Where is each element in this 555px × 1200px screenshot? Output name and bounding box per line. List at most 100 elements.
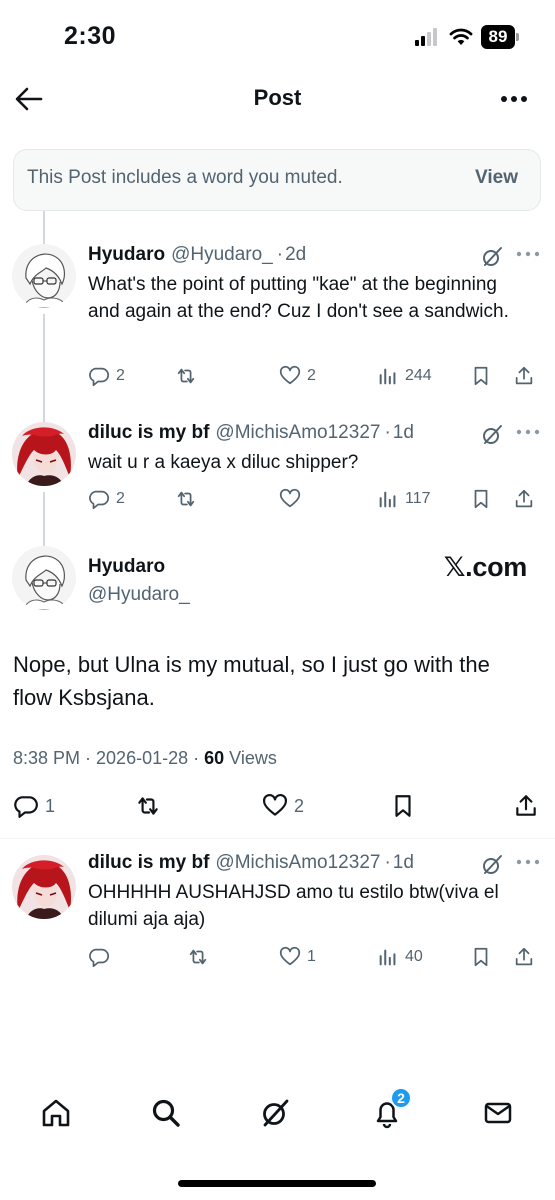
post-text: What's the point of putting "kae" at the…	[88, 274, 509, 322]
home-indicator[interactable]	[178, 1180, 376, 1187]
battery-icon: 89	[481, 25, 519, 49]
repost-button[interactable]	[187, 944, 215, 970]
heart-icon	[279, 365, 301, 387]
reply-count: 2	[116, 490, 125, 507]
reply-button[interactable]: 1	[13, 793, 55, 819]
post-timestamp[interactable]: 8:38 PM · 2026-01-28 ·	[13, 748, 204, 768]
more-options-button[interactable]	[499, 84, 533, 114]
reply-icon	[13, 793, 39, 819]
display-name[interactable]: diluc is my bf	[88, 852, 209, 874]
reply-button[interactable]: 2	[88, 363, 125, 389]
search-icon	[150, 1097, 184, 1129]
post-text: OHHHHH AUSHAHJSD amo tu estilo btw(viva …	[88, 882, 499, 930]
bookmark-icon	[470, 946, 492, 968]
user-handle[interactable]: @MichisAmo12327	[215, 852, 380, 874]
reply-post[interactable]: Hyudaro @Hyudaro_ · 2d What's the point …	[0, 244, 555, 394]
battery-level: 89	[481, 25, 515, 49]
analytics-icon	[377, 365, 399, 387]
share-icon	[513, 793, 539, 819]
post-more-button[interactable]	[515, 250, 541, 268]
bookmark-icon	[390, 793, 416, 819]
post-time: 1d	[392, 422, 414, 443]
grok-button[interactable]	[481, 424, 503, 446]
reply-count: 2	[116, 367, 125, 384]
repost-icon	[187, 946, 209, 968]
views-count: 60	[204, 748, 225, 768]
like-button[interactable]: 1	[279, 944, 316, 970]
separator-dot: ·	[384, 852, 391, 873]
display-name[interactable]: Hyudaro	[88, 244, 165, 266]
post-metadata: 8:38 PM · 2026-01-28 · 60 Views	[13, 748, 277, 769]
grok-button[interactable]	[481, 854, 503, 876]
grok-button[interactable]	[481, 246, 503, 268]
status-icons: 89	[415, 25, 519, 49]
user-handle[interactable]: @Hyudaro_	[171, 244, 273, 266]
analytics-icon	[377, 488, 399, 510]
grok-icon	[481, 854, 503, 876]
bookmark-icon	[470, 488, 492, 510]
reply-header: diluc is my bf @MichisAmo12327 · 1d	[88, 422, 414, 444]
home-icon	[40, 1097, 74, 1129]
like-button[interactable]: 2	[279, 363, 316, 389]
like-count: 2	[294, 795, 305, 816]
display-name[interactable]: diluc is my bf	[88, 422, 209, 444]
post-actions: 2 117	[88, 486, 538, 512]
views-button[interactable]: 117	[377, 486, 431, 512]
grok-icon	[259, 1097, 293, 1129]
post-more-button[interactable]	[515, 428, 541, 446]
share-button[interactable]	[513, 363, 535, 389]
reply-post[interactable]: diluc is my bf @MichisAmo12327 · 1d OHHH…	[0, 852, 555, 982]
ellipsis-icon	[499, 84, 533, 114]
repost-icon	[135, 793, 161, 819]
reply-header: Hyudaro @Hyudaro_ · 2d	[88, 244, 306, 266]
bookmark-button[interactable]	[470, 486, 492, 512]
reply-icon	[88, 365, 110, 387]
bookmark-button[interactable]	[390, 793, 416, 819]
heart-icon	[279, 488, 301, 510]
reply-button[interactable]	[88, 944, 116, 970]
share-button[interactable]	[513, 944, 535, 970]
main-user-handle[interactable]: @Hyudaro_	[88, 584, 190, 606]
repost-button[interactable]	[175, 363, 203, 389]
main-display-name[interactable]: Hyudaro	[88, 556, 165, 578]
view-muted-button[interactable]: View	[475, 167, 518, 189]
main-post-actions: 1 2	[0, 793, 555, 823]
post-time: 1d	[392, 852, 414, 873]
share-button[interactable]	[513, 486, 535, 512]
heart-icon	[279, 946, 301, 968]
nav-grok[interactable]	[259, 1097, 293, 1131]
main-post-text: Nope, but Ulna is my mutual, so I just g…	[13, 652, 490, 710]
like-button[interactable]: 2	[262, 793, 304, 819]
reply-icon	[88, 488, 110, 510]
post-actions: 2 2 244	[88, 363, 538, 389]
avatar[interactable]	[12, 546, 76, 610]
battery-cap	[516, 33, 519, 41]
nav-notifications[interactable]: 2	[371, 1087, 412, 1131]
nav-search[interactable]	[150, 1097, 184, 1131]
notification-badge: 2	[390, 1087, 412, 1109]
bottom-navigation: 2	[0, 1085, 555, 1145]
bookmark-button[interactable]	[470, 363, 492, 389]
repost-icon	[175, 488, 197, 510]
share-button[interactable]	[513, 793, 539, 819]
like-button[interactable]	[279, 486, 307, 512]
repost-button[interactable]	[175, 486, 203, 512]
separator-dot: ·	[384, 422, 391, 443]
view-count: 117	[405, 490, 431, 507]
reply-button[interactable]: 2	[88, 486, 125, 512]
views-button[interactable]: 40	[377, 944, 423, 970]
ellipsis-icon	[515, 858, 541, 866]
page-title: Post	[253, 85, 302, 110]
user-handle[interactable]: @MichisAmo12327	[215, 422, 380, 444]
reply-post[interactable]: diluc is my bf @MichisAmo12327 · 1d wait…	[0, 422, 555, 522]
nav-home[interactable]	[40, 1097, 74, 1131]
reply-count: 1	[45, 795, 56, 816]
post-more-button[interactable]	[515, 858, 541, 876]
nav-messages[interactable]	[482, 1097, 516, 1131]
back-button[interactable]	[14, 84, 46, 114]
views-button[interactable]: 244	[377, 363, 432, 389]
bookmark-button[interactable]	[470, 944, 492, 970]
repost-button[interactable]	[135, 793, 167, 819]
share-icon	[513, 946, 535, 968]
grok-icon	[481, 246, 503, 268]
